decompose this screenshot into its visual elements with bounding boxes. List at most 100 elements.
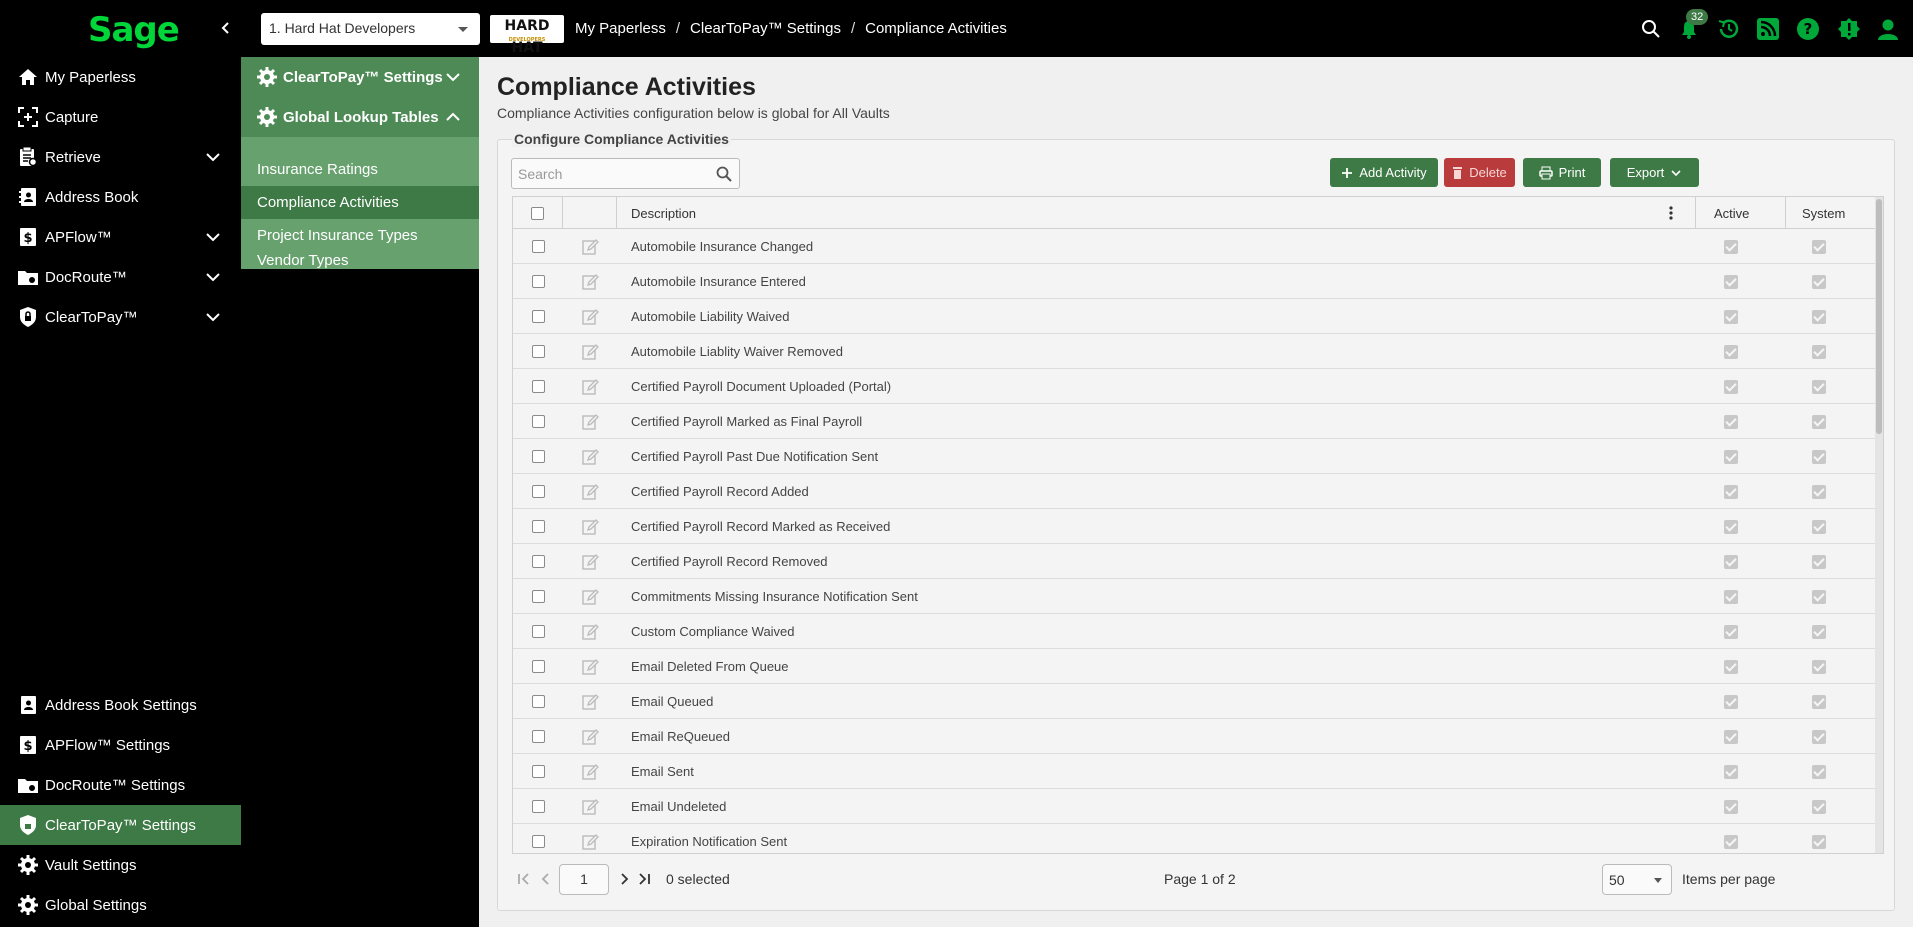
edit-icon[interactable] (581, 413, 599, 431)
subnav-item-insurance-ratings[interactable]: Insurance Ratings (241, 153, 479, 186)
select-all-checkbox[interactable] (531, 206, 544, 220)
row-checkbox[interactable] (531, 800, 545, 813)
edit-icon[interactable] (581, 833, 599, 851)
system-column-header[interactable]: System (1786, 197, 1877, 229)
nav-label: DocRoute™ Settings (45, 776, 186, 794)
edit-icon[interactable] (581, 273, 599, 291)
edit-icon[interactable] (581, 483, 599, 501)
edit-icon[interactable] (581, 553, 599, 571)
row-checkbox[interactable] (531, 380, 545, 393)
description-column-header[interactable]: Description (617, 197, 1696, 229)
row-checkbox[interactable] (531, 835, 545, 848)
edit-icon[interactable] (581, 343, 599, 361)
table-row[interactable]: Email Sent (513, 754, 1877, 789)
subnav-section-cleartopay-settings[interactable]: ClearToPay™ Settings (241, 57, 479, 97)
row-checkbox[interactable] (531, 555, 545, 568)
edit-icon[interactable] (581, 378, 599, 396)
edit-icon[interactable] (581, 238, 599, 256)
print-button[interactable]: Print (1523, 158, 1601, 187)
table-row[interactable]: Automobile Insurance Changed (513, 229, 1877, 264)
svg-text:?: ? (1804, 20, 1813, 38)
add-activity-button[interactable]: Add Activity (1330, 158, 1438, 187)
nav-item-docroute-settings[interactable]: DocRoute™ Settings (0, 765, 241, 805)
subnav-item-compliance-activities[interactable]: Compliance Activities (241, 186, 479, 219)
table-row[interactable]: Email ReQueued (513, 719, 1877, 754)
subnav-section-global-lookup-tables[interactable]: Global Lookup Tables (241, 97, 479, 137)
nav-item-docroute[interactable]: DocRoute™ (0, 257, 241, 297)
row-checkbox[interactable] (531, 240, 545, 253)
table-row[interactable]: Certified Payroll Document Uploaded (Por… (513, 369, 1877, 404)
nav-item-cleartopay-settings[interactable]: ClearToPay™ Settings (0, 805, 241, 845)
breadcrumb-cleartopay-settings[interactable]: ClearToPay™ Settings (690, 20, 841, 37)
row-checkbox[interactable] (531, 520, 545, 533)
nav-item-apflow-settings[interactable]: $ APFlow™ Settings (0, 725, 241, 765)
nav-item-address-book-settings[interactable]: Address Book Settings (0, 685, 241, 725)
row-checkbox[interactable] (531, 625, 545, 638)
table-row[interactable]: Certified Payroll Record Marked as Recei… (513, 509, 1877, 544)
table-row[interactable]: Custom Compliance Waived (513, 614, 1877, 649)
vault-select[interactable]: 1. Hard Hat Developers (261, 13, 480, 45)
edit-icon[interactable] (581, 693, 599, 711)
row-checkbox[interactable] (531, 590, 545, 603)
active-column-header[interactable]: Active (1696, 197, 1786, 229)
delete-button[interactable]: Delete (1444, 158, 1515, 187)
page-size-select[interactable]: 50 (1602, 864, 1672, 895)
edit-icon[interactable] (581, 658, 599, 676)
row-checkbox[interactable] (531, 730, 545, 743)
table-row[interactable]: Email Queued (513, 684, 1877, 719)
nav-item-my-paperless[interactable]: My Paperless (0, 57, 241, 97)
table-row[interactable]: Commitments Missing Insurance Notificati… (513, 579, 1877, 614)
export-button[interactable]: Export (1610, 158, 1699, 187)
nav-item-retrieve[interactable]: Retrieve (0, 137, 241, 177)
row-select-cell (513, 719, 563, 754)
history-icon[interactable] (1716, 16, 1742, 42)
row-checkbox[interactable] (531, 275, 545, 288)
table-row[interactable]: Email Deleted From Queue (513, 649, 1877, 684)
page-number-input[interactable]: 1 (559, 864, 609, 895)
table-row[interactable]: Certified Payroll Record Added (513, 474, 1877, 509)
row-checkbox[interactable] (531, 345, 545, 358)
table-row[interactable]: Certified Payroll Marked as Final Payrol… (513, 404, 1877, 439)
table-row[interactable]: Automobile Liability Waived (513, 299, 1877, 334)
table-row[interactable]: Automobile Liablity Waiver Removed (513, 334, 1877, 369)
user-icon[interactable] (1875, 16, 1901, 42)
edit-icon[interactable] (581, 798, 599, 816)
row-checkbox[interactable] (531, 415, 545, 428)
nav-item-address-book[interactable]: Address Book (0, 177, 241, 217)
table-row[interactable]: Certified Payroll Past Due Notification … (513, 439, 1877, 474)
nav-item-apflow[interactable]: $ APFlow™ (0, 217, 241, 257)
row-checkbox[interactable] (531, 485, 545, 498)
nav-item-global-settings[interactable]: Global Settings (0, 885, 241, 925)
row-checkbox[interactable] (531, 695, 545, 708)
edit-icon[interactable] (581, 623, 599, 641)
breadcrumb-my-paperless[interactable]: My Paperless (575, 20, 666, 37)
nav-item-cleartopay[interactable]: ClearToPay™ (0, 297, 241, 337)
row-checkbox[interactable] (531, 765, 545, 778)
row-checkbox[interactable] (531, 450, 545, 463)
edit-icon[interactable] (581, 308, 599, 326)
subnav-item-project-insurance-types[interactable]: Project Insurance Types (241, 219, 479, 252)
sage-logo[interactable]: Sage (88, 10, 180, 50)
search-icon[interactable] (1638, 16, 1664, 42)
table-row[interactable]: Expiration Notification Sent (513, 824, 1877, 853)
edit-icon[interactable] (581, 728, 599, 746)
row-checkbox[interactable] (531, 310, 545, 323)
alert-icon[interactable] (1836, 16, 1862, 42)
nav-item-capture[interactable]: Capture (0, 97, 241, 137)
edit-icon[interactable] (581, 763, 599, 781)
rss-icon[interactable] (1755, 16, 1781, 42)
subnav-item-vendor-types[interactable]: Vendor Types (241, 252, 479, 269)
table-row[interactable]: Automobile Insurance Entered (513, 264, 1877, 299)
row-checkbox[interactable] (531, 660, 545, 673)
help-icon[interactable]: ? (1795, 16, 1821, 42)
grid-scrollbar[interactable] (1875, 197, 1883, 853)
table-row[interactable]: Certified Payroll Record Removed (513, 544, 1877, 579)
edit-icon[interactable] (581, 448, 599, 466)
edit-icon[interactable] (581, 518, 599, 536)
table-row[interactable]: Email Undeleted (513, 789, 1877, 824)
grid-scrollbar-thumb[interactable] (1876, 199, 1882, 434)
edit-icon[interactable] (581, 588, 599, 606)
nav-item-vault-settings[interactable]: Vault Settings (0, 845, 241, 885)
collapse-sidebar-button[interactable] (216, 18, 236, 40)
search-input[interactable]: Search (511, 158, 740, 189)
